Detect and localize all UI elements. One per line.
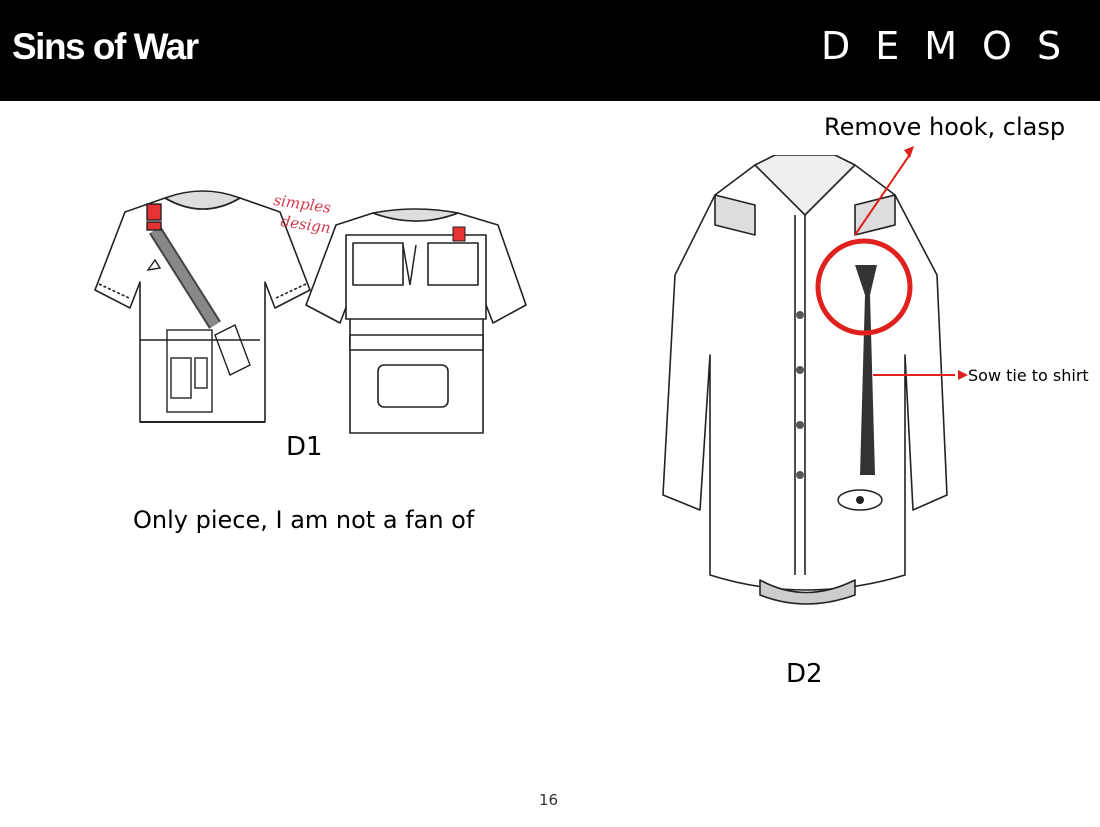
page-number: 16 [539, 791, 559, 809]
design-label-d2: D2 [786, 659, 823, 689]
annotation-remove-hook: Remove hook, clasp [824, 113, 1066, 141]
annotation-sew-tie: Sow tie to shirt [968, 366, 1089, 385]
